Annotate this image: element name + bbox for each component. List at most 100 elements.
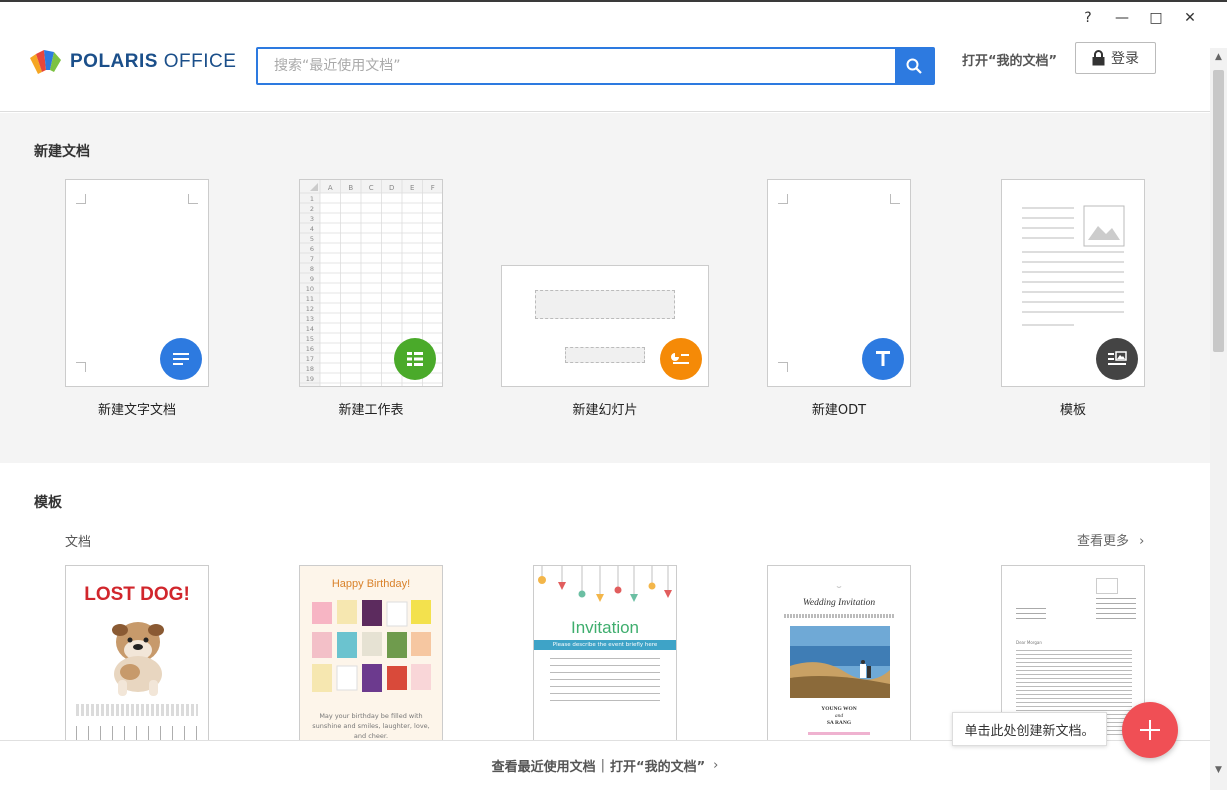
template-invitation[interactable]: Invitation Please describe the event bri… xyxy=(533,565,677,745)
letter-logo-box xyxy=(1096,578,1118,594)
wedding-ornament: ⌣ xyxy=(836,582,842,591)
bottom-separator: | xyxy=(600,758,606,773)
sheet-column-header: D xyxy=(389,184,394,192)
sheet-column-header: A xyxy=(328,184,333,192)
wedding-names: YOUNG WON and SA RANG xyxy=(821,706,857,726)
sheet-row-header: 5 xyxy=(310,235,314,243)
template-icon xyxy=(1096,338,1138,380)
chevron-right-icon: › xyxy=(713,758,719,773)
window-controls: ? — □ ✕ xyxy=(1071,6,1207,30)
sheet-column-header: E xyxy=(410,184,414,192)
spreadsheet-grid-icon xyxy=(394,338,436,380)
app-header: POLARIS OFFICE 打开“我的文档” 登录 xyxy=(0,0,1210,112)
sheet-row-header: 2 xyxy=(310,205,314,213)
birthday-tiles xyxy=(312,600,431,692)
see-more-label: 查看更多 xyxy=(1077,534,1130,549)
template-label: 模板 xyxy=(1059,403,1086,418)
recent-documents-link[interactable]: 查看最近使用文档 xyxy=(492,756,596,775)
search-box xyxy=(256,47,935,85)
sheet-row-header: 1 xyxy=(310,195,314,203)
scrollbar-thumb[interactable] xyxy=(1213,70,1224,352)
sheet-row-header: 4 xyxy=(310,225,314,233)
sheet-row-header: 13 xyxy=(306,315,314,323)
sheet-row-header: 12 xyxy=(306,305,314,313)
sheet-row-header: 17 xyxy=(306,355,314,363)
bottom-bar: 查看最近使用文档 | 打开“我的文档” › xyxy=(0,740,1210,790)
wedding-subtext xyxy=(784,614,894,618)
birthday-body-text: May your birthday be filled with sunshin… xyxy=(312,712,430,740)
polaris-logo: POLARIS OFFICE xyxy=(28,48,236,76)
slides-icon xyxy=(660,338,702,380)
help-icon[interactable]: ? xyxy=(1071,6,1105,30)
dog-illustration xyxy=(112,622,164,696)
sheet-row-header: 8 xyxy=(310,265,314,273)
scroll-up-arrow-icon[interactable]: ▲ xyxy=(1210,48,1227,65)
wedding-photo xyxy=(790,626,890,698)
sheet-row-header: 9 xyxy=(310,275,314,283)
search-button[interactable] xyxy=(895,49,933,83)
wedding-date-line xyxy=(808,732,870,735)
sheet-row-header: 19 xyxy=(306,375,314,383)
lost-dog-text-lines xyxy=(76,704,198,716)
sheet-row-header: 3 xyxy=(310,215,314,223)
chevron-right-icon: › xyxy=(1139,534,1145,549)
new-text-document-label: 新建文字文档 xyxy=(97,403,176,418)
polaris-logo-icon xyxy=(30,50,61,74)
invitation-ornaments xyxy=(538,566,672,602)
new-text-document-card[interactable] xyxy=(65,179,209,387)
birthday-heading: Happy Birthday! xyxy=(331,578,411,590)
lock-icon xyxy=(1092,50,1105,66)
invitation-text-lines xyxy=(550,658,660,706)
template-card[interactable] xyxy=(1001,179,1145,387)
lost-dog-heading: LOST DOG! xyxy=(84,584,190,605)
invitation-banner: Please describe the event briefly here xyxy=(534,640,676,650)
open-my-documents-link[interactable]: 打开“我的文档” xyxy=(962,50,1057,69)
search-input[interactable] xyxy=(258,49,895,83)
invitation-heading: Invitation xyxy=(570,618,640,637)
template-lost-dog[interactable]: LOST DOG! xyxy=(65,565,209,745)
new-spreadsheet-label: 新建工作表 xyxy=(338,403,404,418)
new-document-section: 新建文档 新建文字文档 A B C D E F 1 2 3 4 5 6 7 8 9 10 11 12 13 14 15 1… xyxy=(0,113,1210,463)
new-document-title: 新建文档 xyxy=(34,144,90,160)
new-spreadsheet-card[interactable]: A B C D E F 1 2 3 4 5 6 7 8 9 10 11 12 13 14 15 16 17 18 19 xyxy=(299,179,443,387)
new-slide-card[interactable] xyxy=(501,265,709,387)
text-t-icon xyxy=(862,338,904,380)
scroll-down-arrow-icon[interactable]: ▼ xyxy=(1210,761,1227,778)
slide-title-placeholder xyxy=(535,290,675,319)
letter-address xyxy=(1096,598,1136,620)
document-lines-icon xyxy=(160,338,202,380)
letter-greeting: Dear Morgan xyxy=(1016,640,1042,645)
new-slide-label: 新建幻灯片 xyxy=(572,403,638,418)
sheet-column-header: B xyxy=(348,184,353,192)
sheet-row-header: 11 xyxy=(306,295,314,303)
login-button[interactable]: 登录 xyxy=(1075,42,1156,74)
new-odt-card[interactable] xyxy=(767,179,911,387)
sheet-column-header: F xyxy=(431,184,435,192)
create-new-fab-button[interactable] xyxy=(1122,702,1178,758)
plus-icon xyxy=(1140,720,1160,740)
create-new-tooltip: 单击此处创建新文档。 xyxy=(952,712,1107,746)
sheet-row-header: 15 xyxy=(306,335,314,343)
vertical-scrollbar[interactable]: ▲ ▼ xyxy=(1210,48,1227,790)
sheet-row-header: 10 xyxy=(306,285,314,293)
sheet-row-header: 6 xyxy=(310,245,314,253)
letter-recipient xyxy=(1016,608,1046,622)
logo-text: POLARIS OFFICE xyxy=(70,51,237,72)
maximize-icon[interactable]: □ xyxy=(1139,6,1173,30)
bottom-open-my-documents-link[interactable]: 打开“我的文档” xyxy=(610,756,705,775)
wedding-heading: Wedding Invitation xyxy=(802,598,876,608)
sheet-column-header: C xyxy=(369,184,374,192)
templates-documents-subtitle: 文档 xyxy=(65,535,92,550)
template-wedding-invitation[interactable]: ⌣ Wedding Invitation YOUNG WON and SA RA… xyxy=(767,565,911,745)
new-odt-label: 新建ODT xyxy=(811,403,867,418)
template-happy-birthday[interactable]: Happy Birthday! May your birthday be fil… xyxy=(299,565,443,745)
see-more-link[interactable]: 查看更多 › xyxy=(1077,530,1144,549)
sheet-row-header: 18 xyxy=(306,365,314,373)
slide-subtitle-placeholder xyxy=(565,347,645,363)
close-icon[interactable]: ✕ xyxy=(1173,6,1207,30)
sheet-row-header: 16 xyxy=(306,345,314,353)
search-icon xyxy=(906,58,922,74)
minimize-icon[interactable]: — xyxy=(1105,6,1139,30)
login-label: 登录 xyxy=(1111,51,1139,67)
sheet-row-header: 7 xyxy=(310,255,314,263)
